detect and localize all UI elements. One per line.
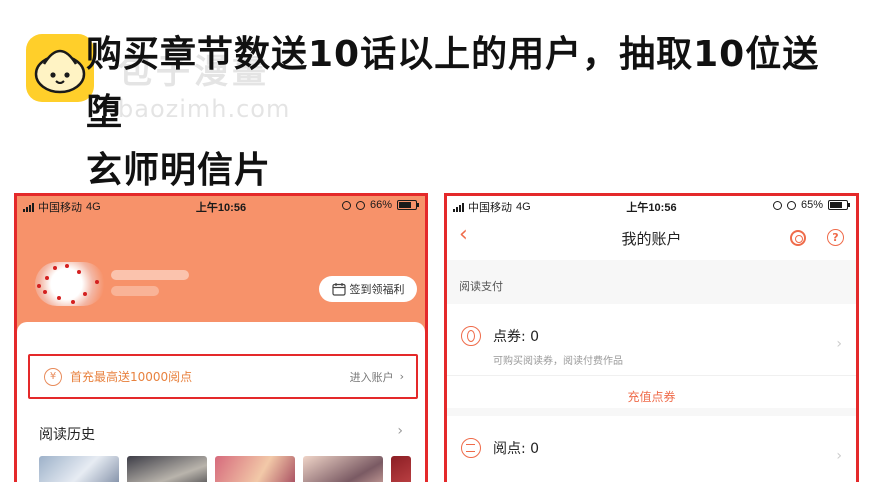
coupon-row[interactable]: 点券: 0 可购买阅读券，阅读付费作品 › xyxy=(447,304,856,376)
profile-screen: 中国移动 4G 上午10:56 66% 签到领福利 ¥ 首充最高送10000阅点 xyxy=(14,193,428,482)
alarm-icon xyxy=(786,200,796,210)
battery-percent: 66% xyxy=(369,199,392,211)
signin-label: 签到领福利 xyxy=(349,283,405,296)
announcement-line-1: 购买章节数送10话以上的用户，抽取10位送堕 xyxy=(86,34,820,133)
enter-account-label: 进入账户 xyxy=(349,370,394,384)
comic-cover[interactable] xyxy=(303,456,383,482)
battery-icon xyxy=(828,200,850,210)
cropped-text-remnant xyxy=(160,0,350,8)
battery-icon xyxy=(397,200,419,210)
page-title: 我的账户 xyxy=(621,229,682,248)
battery-percent: 65% xyxy=(800,199,823,211)
comic-cover[interactable] xyxy=(127,456,207,482)
comic-cover[interactable] xyxy=(39,456,119,482)
history-covers xyxy=(39,456,411,482)
reading-history-title: 阅读历史 xyxy=(39,427,95,443)
announcement-headline: 购买章节数送10话以上的用户，抽取10位送堕 玄师明信片 xyxy=(86,26,846,200)
username-redacted xyxy=(111,270,189,280)
enter-account-link[interactable]: 进入账户 › xyxy=(350,369,404,385)
recharge-coupon-button[interactable]: 充值点券 xyxy=(447,376,856,416)
comic-cover[interactable] xyxy=(215,456,295,482)
promo-text: 首充最高送10000阅点 xyxy=(70,370,193,384)
alarm-icon xyxy=(355,200,365,210)
points-label: 阅点: 0 xyxy=(493,441,540,457)
first-recharge-promo[interactable]: ¥ 首充最高送10000阅点 进入账户 › xyxy=(28,354,418,399)
user-info-redacted xyxy=(111,286,159,296)
back-icon[interactable]: ‹ xyxy=(459,222,468,247)
announcement-line-2: 玄师明信片 xyxy=(86,150,272,191)
points-icon xyxy=(461,438,481,458)
orientation-lock-icon xyxy=(772,200,782,210)
customer-service-icon[interactable] xyxy=(790,230,806,246)
signin-rewards-button[interactable]: 签到领福利 xyxy=(319,276,417,302)
coupon-description: 可购买阅读券，阅读付费作品 xyxy=(493,356,623,367)
history-chevron-right-icon[interactable]: › xyxy=(397,423,403,439)
baozi-logo-icon xyxy=(26,34,94,102)
calendar-icon xyxy=(331,283,346,296)
yen-icon: ¥ xyxy=(44,367,62,386)
status-bar: 中国移动 4G 上午10:56 65% xyxy=(447,196,856,216)
chevron-right-icon: › xyxy=(836,448,842,464)
status-bar: 中国移动 4G 上午10:56 66% xyxy=(17,196,425,216)
comic-cover[interactable] xyxy=(391,456,411,482)
account-screen: 中国移动 4G 上午10:56 65% ‹ 我的账户 ? 阅读支付 点券: 0 … xyxy=(444,193,859,482)
nav-bar: ‹ 我的账户 ? xyxy=(447,216,856,260)
section-label: 阅读支付 xyxy=(447,260,856,304)
coupon-icon xyxy=(461,326,481,346)
orientation-lock-icon xyxy=(341,200,351,210)
chevron-right-icon: › xyxy=(399,370,404,383)
coupon-label: 点券: 0 xyxy=(493,329,540,345)
chevron-right-icon: › xyxy=(836,336,842,352)
points-row[interactable]: 阅点: 0 › xyxy=(447,416,856,482)
avatar[interactable] xyxy=(35,262,105,306)
help-icon[interactable]: ? xyxy=(827,229,844,246)
